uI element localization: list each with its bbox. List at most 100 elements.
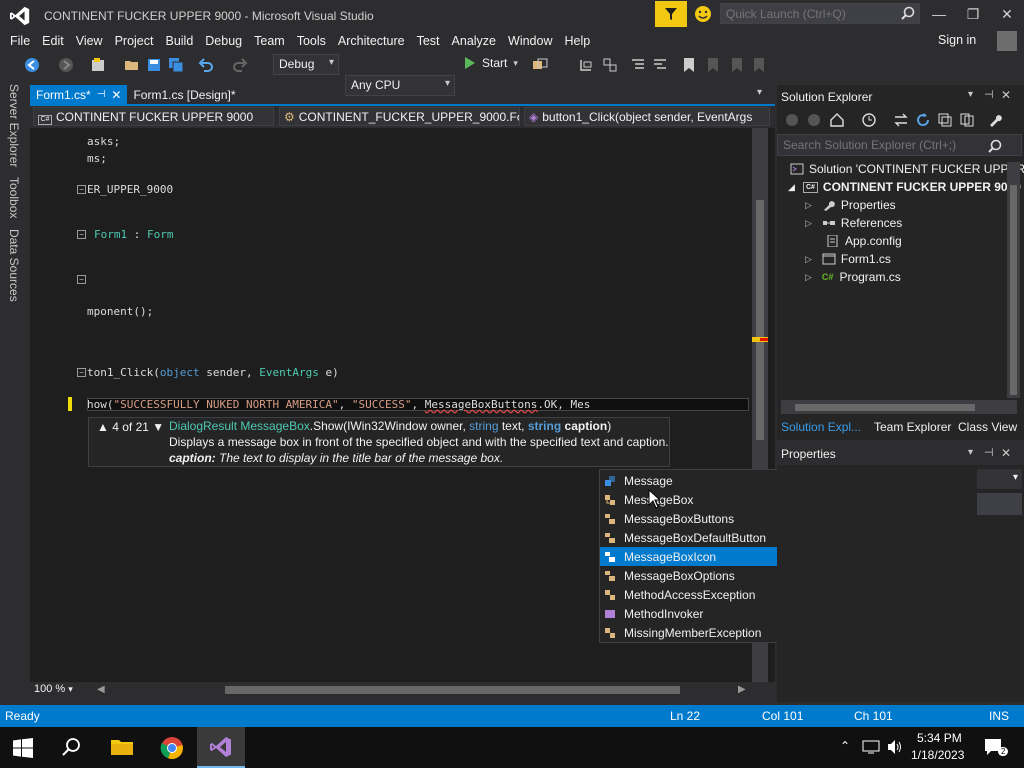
tree-item-references[interactable]: ▷ References (805, 216, 902, 230)
save-icon[interactable] (146, 57, 162, 73)
tab-class-view[interactable]: Class View (958, 420, 1017, 434)
down-arrow-icon[interactable]: ▼ (152, 420, 164, 434)
tree-item-program[interactable]: ▷ C# Program.cs (805, 270, 901, 284)
redo-icon[interactable] (232, 57, 248, 73)
collapse-icon[interactable]: − (77, 368, 86, 377)
member-dropdown[interactable]: ◈ button1_Click(object sender, EventArgs (524, 107, 770, 126)
tray-overflow-chevron-icon[interactable]: ⌃ (840, 739, 850, 753)
step-into-icon[interactable] (578, 57, 594, 73)
toolbox-tab[interactable]: Toolbox (7, 177, 21, 218)
refresh-icon[interactable] (915, 112, 931, 128)
tab-form1-design[interactable]: Form1.cs [Design]* (127, 85, 241, 104)
panel-menu-chevron-icon[interactable]: ▾ (968, 89, 973, 100)
back-icon[interactable] (785, 113, 799, 127)
file-explorer-icon[interactable] (110, 737, 134, 757)
collapsed-triangle-icon[interactable]: ▷ (805, 218, 812, 229)
clear-bookmarks-icon[interactable] (752, 57, 766, 73)
close-window-button[interactable]: ✕ (990, 0, 1024, 28)
quick-launch-input[interactable] (720, 3, 920, 24)
save-all-icon[interactable] (168, 57, 184, 73)
sync-icon[interactable] (893, 112, 909, 128)
browser-link-icon[interactable] (532, 57, 548, 73)
collapsed-triangle-icon[interactable]: ▷ (805, 254, 812, 265)
taskbar-time[interactable]: 5:34 PM (917, 731, 962, 745)
menu-help[interactable]: Help (558, 30, 596, 52)
collapse-icon[interactable]: − (77, 230, 86, 239)
forward-icon[interactable] (807, 113, 821, 127)
tree-item-properties[interactable]: ▷ Properties (805, 198, 896, 212)
tab-solution-explorer[interactable]: Solution Expl... (781, 420, 861, 434)
uncomment-lines-icon[interactable] (652, 57, 668, 73)
up-arrow-icon[interactable]: ▲ (97, 420, 109, 434)
notifications-filter-button[interactable] (655, 1, 687, 27)
chrome-icon[interactable] (160, 736, 184, 760)
server-explorer-tab[interactable]: Server Explorer (7, 84, 21, 167)
menu-architecture[interactable]: Architecture (332, 30, 411, 52)
history-icon[interactable] (861, 112, 877, 128)
step-over-icon[interactable] (602, 57, 618, 73)
scroll-left-icon[interactable]: ◀ (97, 684, 105, 695)
tab-form1-cs[interactable]: Form1.cs* ⊣ ✕ (30, 85, 128, 104)
class-dropdown[interactable]: ⚙ CONTINENT_FUCKER_UPPER_9000.Form (279, 107, 520, 126)
menu-test[interactable]: Test (411, 30, 446, 52)
restore-button[interactable]: ❐ (956, 0, 990, 28)
overload-counter[interactable]: ▲ 4 of 21 ▼ (97, 420, 164, 434)
scroll-thumb[interactable] (795, 404, 975, 411)
collapse-icon[interactable]: − (77, 275, 86, 284)
menu-analyze[interactable]: Analyze (446, 30, 502, 52)
volume-icon[interactable] (886, 739, 904, 755)
scroll-right-icon[interactable]: ▶ (738, 684, 746, 695)
network-icon[interactable] (862, 739, 880, 755)
sign-in-link[interactable]: Sign in (938, 33, 976, 47)
pin-icon[interactable]: ⊣ (984, 88, 994, 101)
panel-menu-chevron-icon[interactable]: ▾ (968, 447, 973, 458)
menu-window[interactable]: Window (502, 30, 558, 52)
horizontal-scrollbar-thumb[interactable] (225, 686, 680, 694)
close-tab-icon[interactable]: ✕ (111, 88, 121, 102)
prev-bookmark-icon[interactable] (706, 57, 720, 73)
collapse-icon[interactable]: − (77, 185, 86, 194)
tab-overflow-chevron-icon[interactable]: ▾ (757, 87, 762, 98)
menu-tools[interactable]: Tools (291, 30, 332, 52)
scroll-thumb[interactable] (1010, 185, 1017, 395)
expanded-triangle-icon[interactable]: ◢ (788, 182, 795, 193)
zoom-dropdown[interactable]: 100 % ▾ (34, 683, 89, 697)
next-bookmark-icon[interactable] (730, 57, 744, 73)
search-icon[interactable] (62, 737, 82, 757)
feedback-smiley-icon[interactable] (693, 4, 713, 24)
windows-start-icon[interactable] (13, 738, 33, 758)
menu-file[interactable]: File (4, 30, 36, 52)
show-all-files-icon[interactable] (959, 112, 975, 128)
solution-node[interactable]: Solution 'CONTINENT FUCKER UPPER 9 (790, 162, 1024, 176)
tree-item-form1[interactable]: ▷ Form1.cs (805, 252, 891, 266)
menu-team[interactable]: Team (248, 30, 291, 52)
pin-icon[interactable]: ⊣ (984, 446, 994, 459)
pin-icon[interactable]: ⊣ (97, 89, 106, 100)
account-icon[interactable] (997, 31, 1017, 51)
tab-team-explorer[interactable]: Team Explorer (874, 420, 951, 434)
new-project-icon[interactable] (90, 57, 106, 73)
minimize-button[interactable]: — (922, 0, 956, 28)
close-panel-icon[interactable]: ✕ (1001, 446, 1011, 460)
solution-configuration-dropdown[interactable]: Debug (273, 54, 339, 75)
project-node[interactable]: ◢ C# CONTINENT FUCKER UPPER 9000 (788, 180, 1021, 194)
solution-explorer-search-input[interactable] (777, 134, 1022, 156)
close-panel-icon[interactable]: ✕ (1001, 88, 1011, 102)
properties-wrench-icon[interactable] (987, 112, 1003, 128)
menu-debug[interactable]: Debug (199, 30, 248, 52)
back-icon[interactable] (24, 57, 40, 73)
home-icon[interactable] (829, 112, 845, 128)
forward-icon[interactable] (58, 57, 74, 73)
object-selector-dropdown[interactable]: ▾ (977, 469, 1022, 489)
menu-project[interactable]: Project (109, 30, 160, 52)
collapse-all-icon[interactable] (937, 112, 953, 128)
menu-build[interactable]: Build (159, 30, 199, 52)
comment-lines-icon[interactable] (630, 57, 646, 73)
bookmark-icon[interactable] (682, 57, 696, 73)
menu-edit[interactable]: Edit (36, 30, 70, 52)
visual-studio-taskbar-button[interactable] (197, 727, 245, 768)
start-button[interactable]: Start ▾ (464, 56, 518, 70)
undo-icon[interactable] (198, 57, 214, 73)
collapsed-triangle-icon[interactable]: ▷ (805, 200, 812, 211)
menu-view[interactable]: View (70, 30, 109, 52)
